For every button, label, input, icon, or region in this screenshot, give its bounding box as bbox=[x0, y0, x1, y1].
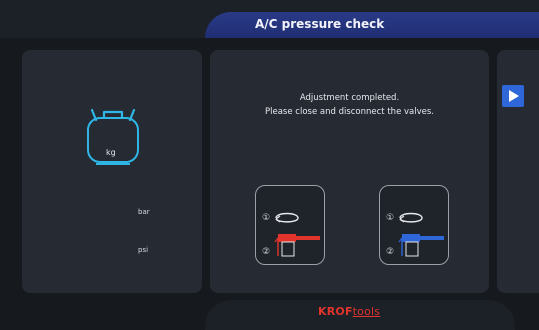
scale-unit: kg bbox=[106, 148, 116, 157]
brand-logo: KROFtools bbox=[318, 305, 380, 318]
brand-part-2: tools bbox=[352, 305, 381, 318]
low-side-valve-card: ① ② bbox=[255, 185, 325, 265]
pressure-unit-psi: psi bbox=[138, 246, 149, 254]
step-1-marker: ① bbox=[262, 213, 270, 223]
pressure-unit-bar: bar bbox=[138, 208, 150, 216]
play-icon bbox=[509, 90, 519, 102]
instruction-message: Please close and disconnect the valves. bbox=[265, 107, 434, 117]
status-message: Adjustment completed. bbox=[299, 93, 400, 103]
next-button[interactable] bbox=[502, 85, 524, 107]
step-2-marker: ② bbox=[262, 247, 270, 257]
step-2-marker: ② bbox=[386, 247, 394, 257]
scale-panel: kg bar psi bbox=[22, 50, 202, 293]
high-side-valve-card: ① ② bbox=[379, 185, 449, 265]
brand-part-1: KROF bbox=[318, 305, 353, 318]
step-1-marker: ① bbox=[386, 213, 394, 223]
high-side-valve-icon: ① ② bbox=[386, 212, 444, 257]
page-title: A/C pressure check bbox=[255, 17, 385, 31]
instruction-panel: Adjustment completed. Please close and d… bbox=[210, 50, 489, 293]
low-side-valve-icon: ① ② bbox=[262, 212, 320, 257]
